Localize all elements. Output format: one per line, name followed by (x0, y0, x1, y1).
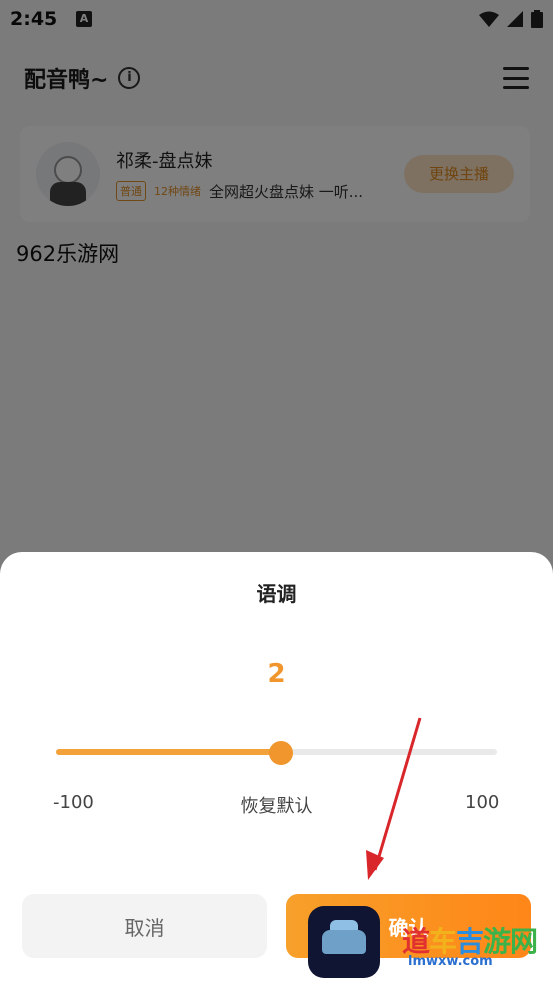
pitch-slider-thumb[interactable] (268, 741, 293, 765)
watermark-logo-icon (308, 906, 380, 978)
watermark-url: lmwxw.com (408, 954, 493, 969)
slider-max-label: 100 (465, 792, 500, 813)
pitch-slider-fill (56, 749, 281, 755)
cancel-button[interactable]: 取消 (22, 894, 267, 958)
slider-value: 2 (267, 659, 286, 689)
pitch-bottom-sheet: 语调 2 -100 恢复默认 100 取消 确认 (0, 552, 553, 983)
sheet-title: 语调 (256, 582, 297, 606)
